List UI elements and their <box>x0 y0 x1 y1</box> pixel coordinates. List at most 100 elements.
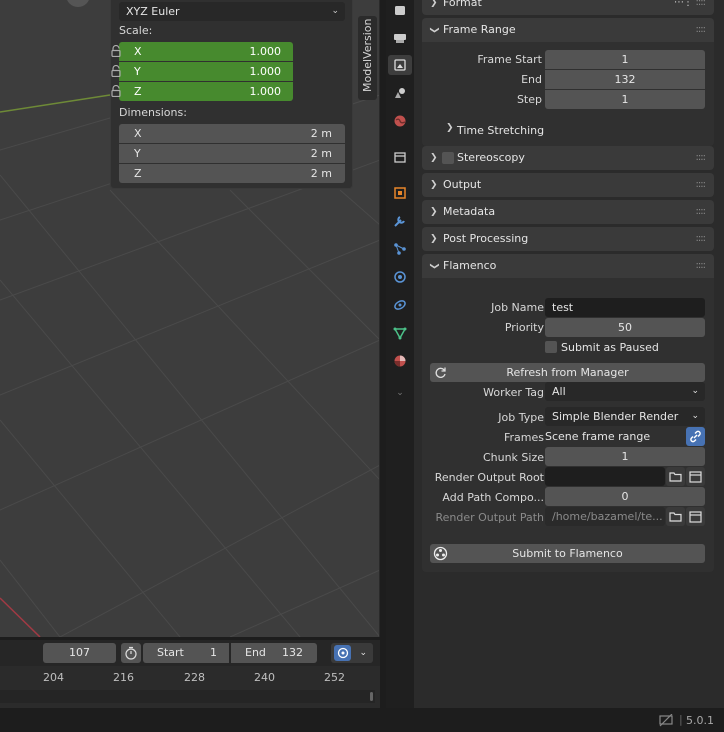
render-output-root-input[interactable] <box>545 467 665 486</box>
grip-icon[interactable]: :::: <box>696 173 707 197</box>
particles-tab[interactable] <box>390 239 410 259</box>
grip-icon[interactable]: :::: <box>696 0 707 15</box>
rotation-mode-dropdown[interactable]: XYZ Euler ⌄ <box>119 2 345 21</box>
scrollbar-thumb[interactable] <box>370 692 373 701</box>
browse-folder-button[interactable] <box>666 467 685 486</box>
chevron-right-icon: ❯ <box>430 234 438 244</box>
chevron-down-icon: ⌄ <box>359 648 367 658</box>
chevron-down-icon: ⌄ <box>691 386 699 396</box>
submit-to-flamenco-button[interactable]: Submit to Flamenco <box>430 544 705 563</box>
grip-icon[interactable]: :::: <box>696 227 707 251</box>
data-tab[interactable] <box>390 323 410 343</box>
material-tab-icon <box>394 355 406 367</box>
job-type-label: Job Type <box>498 411 544 424</box>
world-tab-icon <box>394 115 406 127</box>
frames-value: Scene frame range <box>545 430 651 443</box>
job-name-input[interactable]: test <box>545 298 705 317</box>
job-name-label: Job Name <box>491 301 544 314</box>
world-tab[interactable] <box>390 111 410 131</box>
render-tab[interactable] <box>390 27 410 47</box>
panel-output-header[interactable]: ❯ Output :::: <box>422 173 714 197</box>
dimension-z-field[interactable]: Z 2 m <box>119 164 345 183</box>
ruler-tick: 204 <box>43 671 64 684</box>
tool-tab-icon <box>395 6 405 15</box>
3d-viewport[interactable]: XYZ Euler ⌄ Scale: X 1.000 Y 1.000 Z 1.0… <box>0 0 380 637</box>
chevron-right-icon: ❯ <box>430 0 438 8</box>
scale-x-field[interactable]: X 1.000 <box>119 42 293 61</box>
material-tab[interactable] <box>390 351 410 371</box>
keying-dropdown[interactable]: ⌄ <box>331 643 373 663</box>
stereoscopy-checkbox[interactable] <box>442 152 454 164</box>
open-output-folder-button[interactable] <box>666 507 685 526</box>
properties-editor: ❯ Format ⋯⋮ :::: ❯ Frame Range :::: Fram… <box>414 0 724 708</box>
lock-icon[interactable] <box>111 65 121 77</box>
chunk-size-field[interactable]: 1 <box>545 447 705 466</box>
frame-start-field[interactable]: 1 <box>545 50 705 69</box>
ruler-tick: 240 <box>254 671 275 684</box>
chevron-right-icon: ❯ <box>430 153 438 163</box>
grip-icon[interactable]: :::: <box>696 18 707 42</box>
frames-field[interactable]: Scene frame range <box>545 427 685 446</box>
job-type-value: Simple Blender Render <box>552 410 679 423</box>
file-browser-icon <box>689 470 702 483</box>
current-frame-field[interactable]: 107 <box>43 643 116 663</box>
panel-stereoscopy-header[interactable]: ❯ Stereoscopy :::: <box>422 146 714 170</box>
grip-icon[interactable]: :::: <box>696 200 707 224</box>
scale-y-axis: Y <box>134 65 141 78</box>
frames-link-button[interactable] <box>686 427 705 446</box>
panel-title: Format <box>443 0 482 9</box>
sidebar-tab-modelversion[interactable]: ModelVersion <box>358 16 377 100</box>
frame-step-field[interactable]: 1 <box>545 90 705 109</box>
output-tab[interactable] <box>388 55 412 75</box>
submit-paused-checkbox[interactable] <box>545 341 557 353</box>
panel-format-header[interactable]: ❯ Format ⋯⋮ :::: <box>422 0 714 15</box>
priority-field[interactable]: 50 <box>545 318 705 337</box>
scale-z-axis: Z <box>134 85 142 98</box>
scale-z-field[interactable]: Z 1.000 <box>119 82 293 101</box>
grip-icon[interactable]: :::: <box>696 146 707 170</box>
collection-tab[interactable] <box>390 147 410 167</box>
n-panel-transform: XYZ Euler ⌄ Scale: X 1.000 Y 1.000 Z 1.0… <box>110 0 353 189</box>
panel-metadata-header[interactable]: ❯ Metadata :::: <box>422 200 714 224</box>
frame-start-value: 1 <box>621 53 629 66</box>
add-path-components-field[interactable]: 0 <box>545 487 705 506</box>
timeline-scrollbar[interactable] <box>0 690 375 703</box>
view-layer-tab[interactable] <box>390 83 410 103</box>
refresh-from-manager-button[interactable]: Refresh from Manager <box>430 363 705 382</box>
subpanel-time-stretching[interactable]: ❯ Time Stretching <box>430 118 706 142</box>
presets-icon[interactable]: ⋯⋮ <box>674 0 693 15</box>
worker-tag-value: All <box>552 385 566 398</box>
dimension-x-field[interactable]: X 2 m <box>119 124 345 143</box>
object-tab[interactable] <box>390 183 410 203</box>
frame-end-field[interactable]: 132 <box>545 70 705 89</box>
frame-end-label: End <box>521 73 542 86</box>
job-type-dropdown[interactable]: Simple Blender Render ⌄ <box>545 407 705 426</box>
lock-icon[interactable] <box>111 85 121 97</box>
preview-range-button[interactable] <box>121 643 141 663</box>
panel-post-processing-header[interactable]: ❯ Post Processing :::: <box>422 227 714 251</box>
worker-tag-dropdown[interactable]: All ⌄ <box>545 382 705 401</box>
physics-tab[interactable] <box>390 267 410 287</box>
chevron-down-icon: ⌄ <box>691 411 699 421</box>
frame-start-field[interactable]: Start 1 <box>143 643 229 663</box>
frame-start-label: Frame Start <box>477 53 542 66</box>
status-bar: | 5.0.1 <box>0 708 724 732</box>
panel-flamenco-header[interactable]: ❯ Flamenco :::: <box>422 254 714 278</box>
tabs-more[interactable]: ⌄ <box>390 383 410 403</box>
file-browser-button[interactable] <box>686 467 705 486</box>
dimension-y-field[interactable]: Y 2 m <box>119 144 345 163</box>
constraints-tab[interactable] <box>390 295 410 315</box>
tool-tab[interactable] <box>390 0 410 20</box>
panel-frame-range-header[interactable]: ❯ Frame Range :::: <box>422 18 714 42</box>
dimension-x-value: 2 m <box>310 127 332 140</box>
scale-y-field[interactable]: Y 1.000 <box>119 62 293 81</box>
panel-title: Stereoscopy <box>457 151 525 164</box>
lock-icon[interactable] <box>111 45 121 57</box>
modifier-tab[interactable] <box>390 211 410 231</box>
output-file-browser-button[interactable] <box>686 507 705 526</box>
frame-end-field[interactable]: End 132 <box>231 643 317 663</box>
render-tab-icon <box>394 34 406 43</box>
properties-tabs: ⌄ <box>386 0 414 708</box>
grip-icon[interactable]: :::: <box>696 254 707 278</box>
chunk-size-value: 1 <box>621 450 629 463</box>
